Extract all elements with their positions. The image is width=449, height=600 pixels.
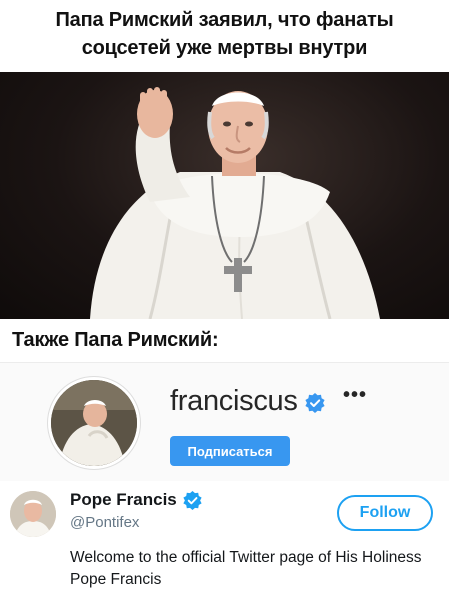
twitter-bio: Welcome to the official Twitter page of … (70, 549, 422, 588)
instagram-username[interactable]: franciscus (170, 385, 298, 418)
praying-pope-avatar-image (51, 380, 137, 466)
caption-line-2: соцсетей уже мертвы внутри (81, 37, 368, 59)
verified-badge-icon (183, 491, 202, 510)
twitter-display-name[interactable]: Pope Francis (70, 490, 177, 510)
caption-line-1: Папа Римский заявил, что фанаты (55, 9, 394, 31)
avatar[interactable] (48, 377, 140, 469)
twitter-follow-button[interactable]: Follow (337, 495, 433, 531)
second-caption: Также Папа Римский: (12, 329, 219, 351)
pope-illustration (90, 87, 380, 319)
instagram-profile-card: franciscus ••• Подписаться (0, 362, 449, 482)
more-options-icon[interactable]: ••• (343, 385, 367, 405)
pope-waving-photo (0, 72, 449, 319)
instagram-follow-button[interactable]: Подписаться (170, 436, 290, 466)
verified-badge-icon (305, 393, 325, 413)
twitter-handle[interactable]: @Pontifex (70, 514, 139, 531)
avatar[interactable] (10, 491, 56, 537)
pope-portrait-avatar-image (10, 491, 56, 537)
twitter-profile-card: Pope Francis @Pontifex Follow Welcome to… (0, 481, 449, 600)
top-caption: Папа Римский заявил, что фанаты соцсетей… (0, 0, 449, 72)
